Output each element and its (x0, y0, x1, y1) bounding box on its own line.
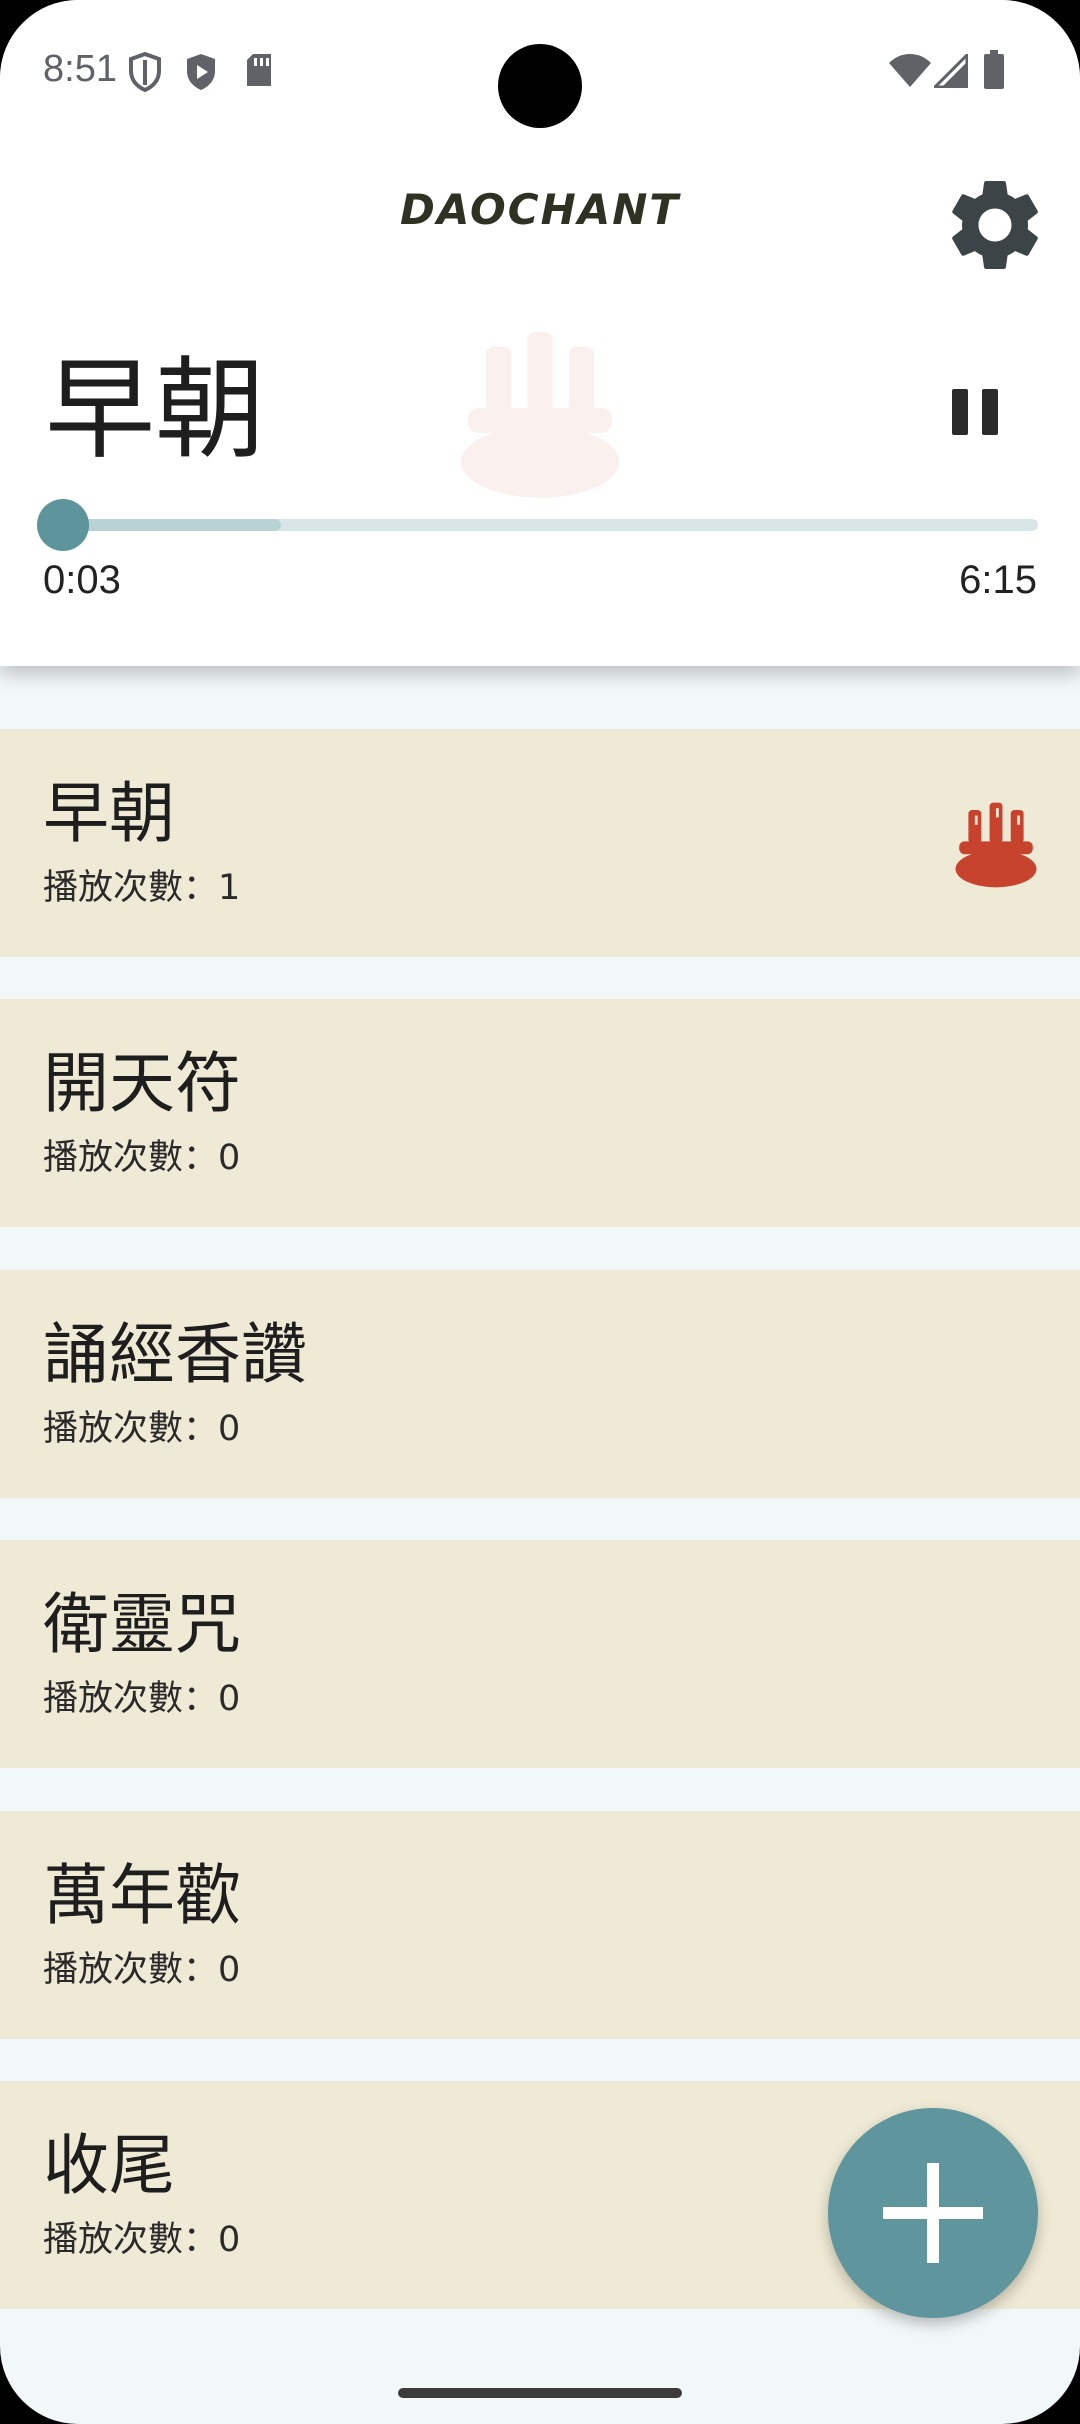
item-title: 收尾 (43, 2127, 175, 2204)
item-play-count: 播放次數：1 (43, 868, 241, 908)
item-play-count: 播放次數：0 (43, 2220, 241, 2260)
wooden-fish-icon (460, 332, 620, 498)
list-item[interactable]: 萬年歡 播放次數：0 (0, 1811, 1080, 2039)
settings-button[interactable] (940, 170, 1050, 280)
seek-bar[interactable] (55, 519, 1038, 531)
signal-icon (931, 51, 969, 92)
app-screen: 8:51 DAOCHANT 早朝 0:03 6:15 早朝 播放次數：1 開天符… (0, 0, 1080, 2424)
shield-icon (128, 51, 162, 96)
pause-button[interactable] (940, 375, 1010, 445)
item-title: 衛靈咒 (43, 1586, 241, 1663)
battery-icon (983, 50, 1005, 94)
total-time: 6:15 (959, 558, 1037, 602)
item-title: 萬年歡 (43, 1857, 241, 1934)
sd-card-icon (244, 52, 274, 92)
item-title: 開天符 (43, 1045, 241, 1122)
add-button[interactable] (828, 2108, 1038, 2318)
list-item[interactable]: 誦經香讚 播放次數：0 (0, 1270, 1080, 1498)
player-card: 8:51 DAOCHANT 早朝 0:03 6:15 (0, 0, 1080, 666)
pause-icon (952, 389, 998, 435)
current-time: 0:03 (43, 558, 121, 602)
item-title: 誦經香讚 (43, 1316, 307, 1393)
list-item[interactable]: 早朝 播放次數：1 (0, 729, 1080, 957)
list-item[interactable]: 衛靈咒 播放次數：0 (0, 1540, 1080, 1768)
now-playing-title: 早朝 (45, 346, 265, 474)
list-item[interactable]: 開天符 播放次數：0 (0, 999, 1080, 1227)
item-play-count: 播放次數：0 (43, 1950, 241, 1990)
item-play-count: 播放次數：0 (43, 1409, 241, 1449)
status-time: 8:51 (43, 48, 117, 90)
seek-thumb[interactable] (37, 499, 89, 551)
status-bar: 8:51 (0, 0, 1080, 140)
item-title: 早朝 (43, 775, 175, 852)
gear-icon (952, 181, 1038, 269)
app-title: DAOCHANT (399, 185, 681, 234)
item-play-count: 播放次數：0 (43, 1138, 241, 1178)
home-indicator[interactable] (398, 2388, 682, 2398)
plus-icon (883, 2163, 983, 2263)
front-camera (498, 44, 582, 128)
wooden-fish-icon (955, 802, 1037, 888)
play-protect-icon (184, 52, 218, 96)
wifi-icon (888, 54, 932, 92)
item-play-count: 播放次數：0 (43, 1679, 241, 1719)
